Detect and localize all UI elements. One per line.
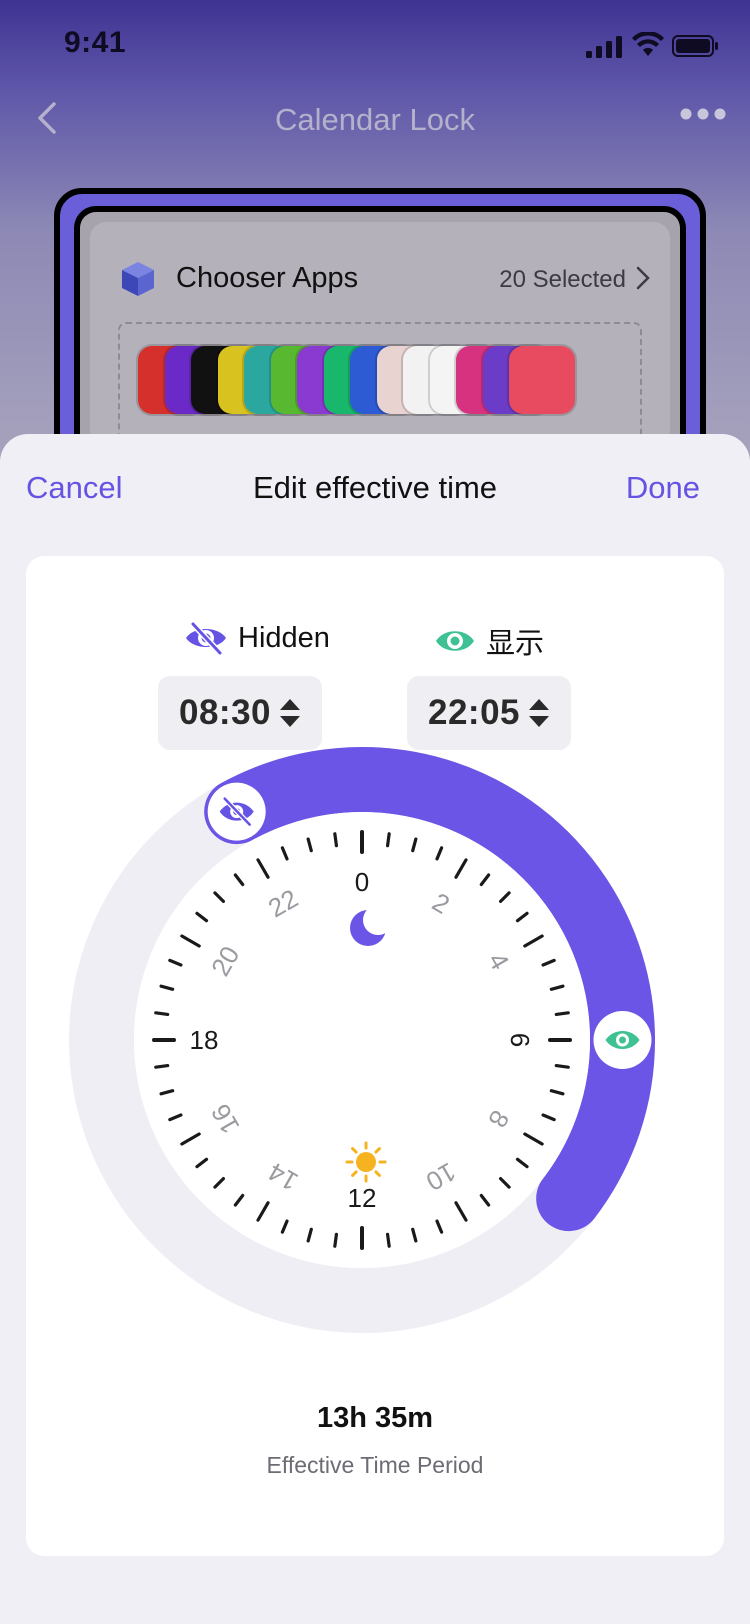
hidden-time-stepper[interactable]: 08:30 (158, 676, 322, 750)
selected-count: 20 Selected (499, 266, 626, 293)
dial-tick (554, 1063, 570, 1069)
sun-icon (356, 1152, 376, 1172)
dial-hour-label: 0 (355, 867, 369, 897)
show-label: 显示 (486, 628, 545, 660)
more-icon[interactable] (680, 108, 726, 120)
show-handle-pupil (619, 1036, 626, 1044)
background-screen: 9:41 Calendar Lock Chooser Apps 20 Selec… (0, 0, 750, 500)
bottom-sheet: Cancel Edit effective time Done Hidden 显… (0, 434, 750, 1624)
hidden-label: Hidden (238, 621, 330, 654)
dial-tick (385, 1232, 391, 1248)
duration-value: 13h 35m (316, 1402, 434, 1434)
cellular-signal-icon (586, 36, 622, 58)
eye-icon (436, 631, 474, 651)
time-range-dial[interactable]: 0246810121416182022 (26, 746, 724, 1406)
dial-tick (154, 1011, 170, 1017)
show-time-value: 22:05 (427, 693, 521, 732)
dial-tick (385, 832, 391, 848)
dial-hour-label: 6 (505, 1033, 535, 1047)
show-label-row: 显示 (434, 620, 544, 662)
moon-icon-cutout (363, 905, 393, 935)
dial-hour-label: 18 (190, 1025, 219, 1055)
chooser-title: Chooser Apps (176, 262, 359, 294)
battery-icon (672, 35, 718, 57)
status-time: 9:41 (64, 26, 127, 59)
cube-icon (122, 262, 154, 296)
time-editor-card: Hidden 显示 08:30 22:05 0 2 4 6 8 10 12 14… (26, 556, 724, 1556)
eye-slash-icon (186, 621, 226, 656)
period-label: Effective Time Period (266, 1452, 484, 1478)
status-bar: 9:41 (0, 0, 750, 92)
sheet-header: Cancel Edit effective time Done (0, 434, 750, 544)
up-down-arrows-icon (280, 699, 301, 727)
dial-hour-label: 12 (348, 1183, 377, 1213)
flame-app-icon (509, 346, 575, 414)
up-down-arrows-icon (529, 699, 550, 727)
hidden-label-row: Hidden (184, 620, 330, 656)
dial-tick (554, 1011, 570, 1017)
dial-tick (154, 1063, 170, 1069)
wifi-icon (632, 32, 664, 56)
done-button[interactable]: Done (626, 470, 700, 506)
dial-tick (333, 832, 339, 848)
nav-title: Calendar Lock (275, 102, 475, 137)
chevron-right-icon (636, 266, 650, 290)
show-time-stepper[interactable]: 22:05 (407, 676, 571, 750)
nav-bar: Calendar Lock (0, 86, 750, 150)
dial-tick (333, 1232, 339, 1248)
hidden-time-value: 08:30 (178, 693, 272, 732)
